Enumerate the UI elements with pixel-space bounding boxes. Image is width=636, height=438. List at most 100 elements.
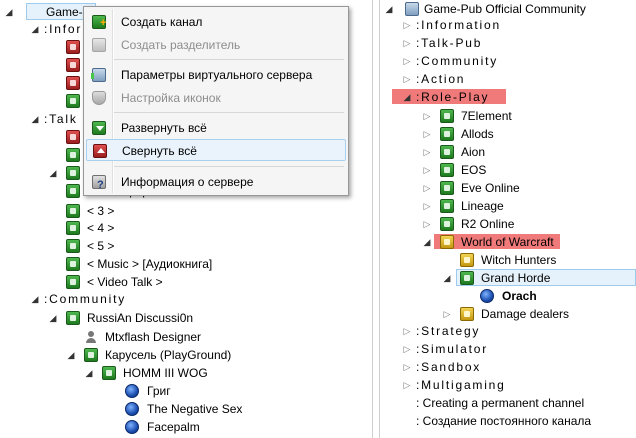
group-label: :Action (416, 72, 466, 86)
expand-arrow-icon[interactable]: ◢ (384, 0, 394, 18)
context-menu: Создать канал Создать разделитель Параме… (83, 6, 349, 196)
collapsed-arrow-icon[interactable]: ▷ (402, 376, 412, 394)
collapsed-arrow-icon[interactable]: ▷ (402, 358, 412, 376)
group-community-label: :Community (44, 292, 127, 306)
collapsed-arrow-icon[interactable]: ▷ (402, 70, 412, 88)
separator-icon (92, 38, 106, 52)
channel-label: < 5 > (87, 239, 115, 253)
expand-arrow-icon[interactable]: ◢ (48, 309, 58, 327)
collapsed-arrow-icon[interactable]: ▷ (402, 322, 412, 340)
menu-separator (114, 112, 344, 113)
group-label: :Strategy (416, 324, 481, 338)
expand-arrow-icon[interactable]: ◢ (402, 88, 412, 106)
user-status-icon (125, 420, 139, 434)
user-label: Facepalm (147, 420, 200, 434)
pane-splitter[interactable] (372, 0, 380, 438)
group-label: :Simulator (416, 342, 489, 356)
channel-label: HOMM III WOG (123, 366, 208, 380)
collapsed-arrow-icon[interactable]: ▷ (422, 161, 432, 179)
channel-row-wow[interactable]: ◢ World of Warcraft (422, 233, 560, 251)
collapsed-arrow-icon[interactable]: ▷ (422, 107, 432, 125)
channel-label: Witch Hunters (481, 253, 557, 267)
channel-icon (66, 221, 80, 235)
channel-label: Карусель (PlayGround) (105, 348, 232, 362)
group-label: :Community (416, 54, 499, 68)
channel-label: World of Warcraft (461, 235, 554, 249)
collapsed-arrow-icon[interactable]: ▷ (402, 34, 412, 52)
menu-separator (114, 59, 344, 60)
channel-red-icon (66, 76, 80, 90)
user-label: Григ (147, 384, 171, 398)
expand-arrow-icon[interactable]: ◢ (442, 269, 452, 287)
menu-item-expand-all[interactable]: Развернуть всё (86, 117, 346, 139)
virtual-server-icon (91, 68, 106, 82)
channel-icon (440, 199, 454, 213)
right-channel-tree: ◢ Game-Pub Official Community ▷ :Informa… (380, 0, 636, 438)
menu-separator (114, 166, 344, 167)
group-talk-label: :Talk (44, 112, 78, 126)
collapsed-arrow-icon[interactable]: ▷ (402, 52, 412, 70)
channel-label: Eve Online (461, 181, 520, 195)
channel-label: EOS (461, 163, 487, 177)
channel-icon (66, 239, 80, 253)
expand-arrow-icon[interactable]: ◢ (30, 110, 40, 128)
user-status-icon (480, 289, 494, 303)
channel-yellow-icon (460, 253, 474, 267)
collapsed-arrow-icon[interactable]: ▷ (442, 305, 452, 323)
user-status-icon (125, 402, 139, 416)
channel-label: Allods (461, 127, 494, 141)
channel-label: < Video Talk > (87, 275, 163, 289)
tree-root-row[interactable]: ◢ Game-Pub Official Community (4, 3, 208, 21)
menu-item-icon-settings[interactable]: Настройка иконок (86, 87, 346, 109)
expand-all-icon (92, 121, 106, 135)
channel-label: < 4 > (87, 221, 115, 235)
expand-arrow-icon[interactable]: ◢ (48, 164, 58, 182)
collapsed-arrow-icon[interactable]: ▷ (402, 16, 412, 34)
channel-red-icon (66, 40, 80, 54)
channel-label: Aion (461, 145, 486, 159)
collapsed-arrow-icon[interactable]: ▷ (422, 125, 432, 143)
collapsed-arrow-icon[interactable]: ▷ (402, 340, 412, 358)
channel-icon (440, 163, 454, 177)
menu-item-virtual-server-settings[interactable]: Параметры виртуального сервера (86, 64, 346, 86)
channel-icon (66, 275, 80, 289)
shield-icon (92, 91, 106, 105)
channel-icon (66, 148, 80, 162)
expand-arrow-icon[interactable]: ◢ (422, 233, 432, 251)
menu-item-collapse-all[interactable]: Свернуть всё (86, 139, 346, 161)
group-role-play-row[interactable]: ◢ :Role-Play (392, 88, 507, 106)
expand-arrow-icon[interactable]: ◢ (66, 346, 76, 364)
channel-label: Grand Horde (481, 271, 551, 285)
collapsed-arrow-icon[interactable]: ▷ (422, 179, 432, 197)
server-info-icon (92, 174, 106, 196)
channel-yellow-icon (460, 307, 474, 321)
channel-icon (84, 348, 98, 362)
user-label: The Negative Sex (147, 402, 243, 416)
channel-icon (440, 181, 454, 195)
channel-icon (66, 311, 80, 325)
channel-icon (66, 257, 80, 271)
channel-row-selected[interactable]: ◢ Grand Horde (442, 269, 636, 287)
channel-icon (102, 366, 116, 380)
user-label: Mtxflash Designer (105, 330, 202, 344)
expand-arrow-icon[interactable]: ◢ (30, 20, 40, 38)
channel-label: Lineage (461, 199, 504, 213)
menu-item-server-info[interactable]: Информация о сервере (86, 171, 346, 196)
expand-arrow-icon[interactable]: ◢ (4, 3, 14, 21)
menu-item-create-separator[interactable]: Создать разделитель (86, 34, 346, 56)
expand-arrow-icon[interactable]: ◢ (30, 290, 40, 308)
channel-label: < 3 > (87, 204, 115, 218)
group-label: :Multigaming (416, 378, 506, 392)
channel-label: 7Element (461, 109, 512, 123)
collapsed-arrow-icon[interactable]: ▷ (422, 197, 432, 215)
collapsed-arrow-icon[interactable]: ▷ (422, 143, 432, 161)
channel-icon (440, 217, 454, 231)
collapse-all-icon (93, 144, 107, 158)
menu-item-create-channel[interactable]: Создать канал (86, 11, 346, 34)
group-label: :Information (416, 18, 501, 32)
channel-icon (440, 127, 454, 141)
expand-arrow-icon[interactable]: ◢ (84, 364, 94, 382)
collapsed-arrow-icon[interactable]: ▷ (422, 215, 432, 233)
group-label: : Создание постоянного канала (416, 414, 592, 428)
channel-icon (66, 204, 80, 218)
